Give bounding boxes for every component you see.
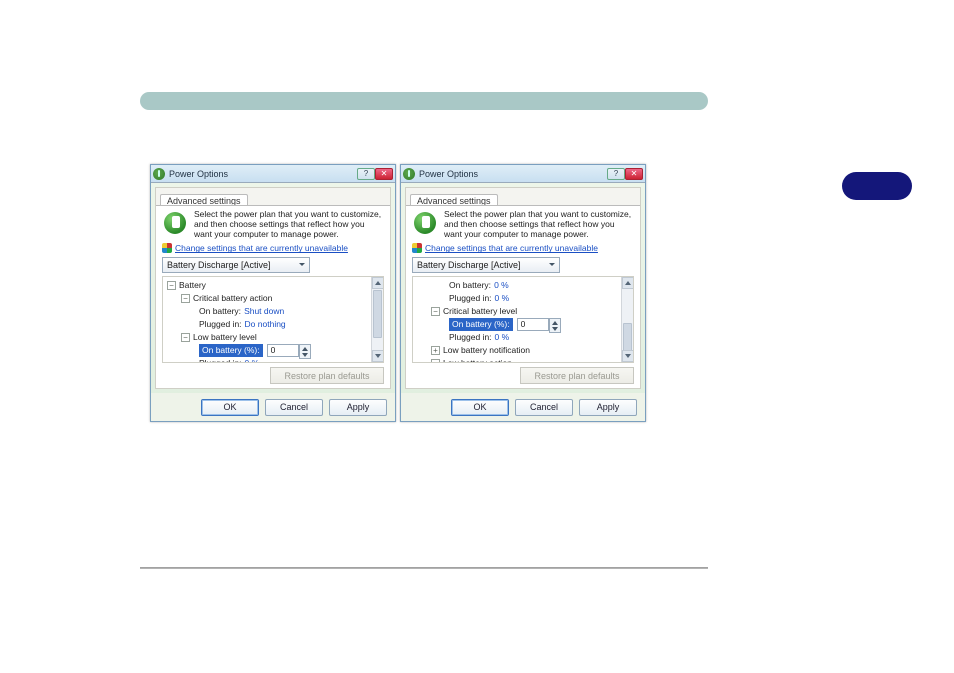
power-icon — [403, 168, 415, 180]
tab-strip: Advanced settings — [156, 188, 390, 206]
scroll-up-button[interactable] — [372, 277, 384, 289]
tree-node-critical-action[interactable]: Critical battery action — [193, 292, 272, 305]
tree-selected-label[interactable]: On battery (%): — [449, 318, 513, 331]
close-button[interactable]: ✕ — [625, 168, 643, 180]
tree-node-battery[interactable]: Battery — [179, 279, 206, 292]
horizontal-rule — [140, 567, 708, 569]
spinner-down[interactable] — [550, 326, 560, 333]
page-badge — [842, 172, 912, 200]
expander-icon[interactable]: + — [431, 346, 440, 355]
tree-node-low-action[interactable]: Low battery action — [443, 357, 512, 362]
intro-text: Select the power plan that you want to c… — [444, 210, 634, 239]
percent-spinner[interactable]: 0 — [267, 344, 299, 357]
tree-node-low-level[interactable]: Low battery level — [193, 331, 257, 344]
expander-icon[interactable]: − — [181, 294, 190, 303]
scroll-down-button[interactable] — [622, 350, 634, 362]
tree-label: On battery: — [449, 279, 491, 292]
restore-defaults-button[interactable]: Restore plan defaults — [520, 367, 634, 384]
expander-icon[interactable]: − — [181, 333, 190, 342]
expander-icon[interactable]: − — [431, 359, 440, 362]
tree-label: Plugged in: — [199, 318, 242, 331]
ok-button[interactable]: OK — [451, 399, 509, 416]
ok-button[interactable]: OK — [201, 399, 259, 416]
settings-tree[interactable]: −Battery −Critical battery action On bat… — [162, 276, 384, 363]
scroll-down-button[interactable] — [372, 350, 384, 362]
power-plan-icon — [412, 210, 438, 236]
spinner-buttons[interactable] — [299, 344, 311, 359]
tree-label: Plugged in: — [199, 357, 242, 362]
power-icon — [153, 168, 165, 180]
tree-selected-label[interactable]: On battery (%): — [199, 344, 263, 357]
expander-icon[interactable]: − — [167, 281, 176, 290]
cancel-button[interactable]: Cancel — [265, 399, 323, 416]
cancel-button[interactable]: Cancel — [515, 399, 573, 416]
help-button[interactable]: ? — [607, 168, 625, 180]
tree-node-critical-level[interactable]: Critical battery level — [443, 305, 517, 318]
close-button[interactable]: ✕ — [375, 168, 393, 180]
tree-value[interactable]: Shut down — [244, 305, 284, 318]
restore-defaults-button[interactable]: Restore plan defaults — [270, 367, 384, 384]
decorative-header-bar — [140, 92, 708, 110]
tree-node-low-notification[interactable]: Low battery notification — [443, 344, 530, 357]
tree-label: On battery: — [199, 305, 241, 318]
titlebar[interactable]: Power Options ? ✕ — [401, 165, 645, 183]
help-button[interactable]: ? — [357, 168, 375, 180]
screenshots-container: Power Options ? ✕ Advanced settings Sele… — [150, 164, 646, 422]
window-title: Power Options — [169, 169, 357, 179]
tree-value[interactable]: 0 % — [494, 279, 509, 292]
tree-label: Plugged in: — [449, 331, 492, 344]
settings-tree[interactable]: On battery:0 % Plugged in:0 % −Critical … — [412, 276, 634, 363]
power-plan-combo[interactable]: Battery Discharge [Active] — [162, 257, 310, 273]
intro-text: Select the power plan that you want to c… — [194, 210, 384, 239]
power-options-dialog-left: Power Options ? ✕ Advanced settings Sele… — [150, 164, 396, 422]
change-settings-link[interactable]: Change settings that are currently unava… — [425, 243, 598, 253]
spinner-down[interactable] — [300, 352, 310, 359]
power-options-dialog-right: Power Options ? ✕ Advanced settings Sele… — [400, 164, 646, 422]
tree-scrollbar[interactable] — [621, 277, 633, 362]
window-title: Power Options — [419, 169, 607, 179]
shield-icon — [162, 243, 172, 253]
tab-strip: Advanced settings — [406, 188, 640, 206]
power-plan-icon — [162, 210, 188, 236]
tree-value[interactable]: Do nothing — [245, 318, 286, 331]
percent-spinner[interactable]: 0 — [517, 318, 549, 331]
power-plan-combo[interactable]: Battery Discharge [Active] — [412, 257, 560, 273]
spinner-buttons[interactable] — [549, 318, 561, 333]
tree-value[interactable]: 0 % — [245, 357, 260, 362]
tree-label: Plugged in: — [449, 292, 492, 305]
scroll-thumb[interactable] — [373, 290, 382, 338]
change-settings-link[interactable]: Change settings that are currently unava… — [175, 243, 348, 253]
tree-value[interactable]: 0 % — [495, 292, 510, 305]
shield-icon — [412, 243, 422, 253]
apply-button[interactable]: Apply — [329, 399, 387, 416]
tree-value[interactable]: 0 % — [495, 331, 510, 344]
scroll-up-button[interactable] — [622, 277, 634, 289]
tree-scrollbar[interactable] — [371, 277, 383, 362]
expander-icon[interactable]: − — [431, 307, 440, 316]
apply-button[interactable]: Apply — [579, 399, 637, 416]
titlebar[interactable]: Power Options ? ✕ — [151, 165, 395, 183]
